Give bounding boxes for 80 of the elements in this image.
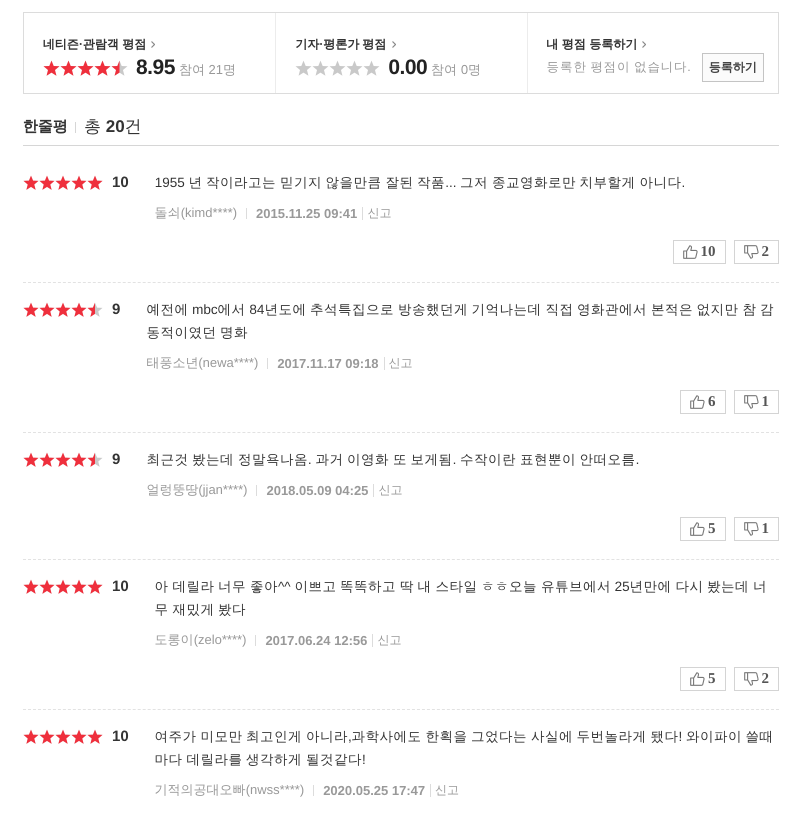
review-score: 10 (112, 728, 129, 745)
review-score: 10 (112, 174, 129, 191)
half-star-icon (87, 302, 103, 318)
half-star-icon (111, 60, 128, 76)
star-icon (39, 728, 55, 744)
star-icon (39, 578, 55, 594)
chevron-icon (642, 40, 646, 48)
review-score: 9 (112, 301, 120, 318)
star-icon (60, 60, 77, 76)
rating-score: 8.95 (136, 56, 175, 80)
section-title-link[interactable]: 기자·평론가 평점 (295, 36, 396, 52)
star-icon (39, 174, 55, 190)
star-icon (94, 60, 111, 76)
section-heading: 한줄평 (23, 116, 68, 136)
star-icon (39, 302, 55, 318)
thumbs-down-icon (744, 522, 758, 536)
dislike-button[interactable]: 1 (734, 390, 779, 414)
participant-count: 참여 21명 (178, 60, 236, 78)
thumbs-up-icon (682, 245, 698, 259)
review-text: 1955 년 작이라고는 믿기지 않을만큼 잘된 작품... 그저 종교영화로만 치부할게 아니다. (154, 174, 686, 192)
participant-count: 참여 0명 (431, 60, 482, 78)
like-button[interactable]: 10 (672, 240, 726, 264)
chevron-icon (151, 40, 156, 48)
star-icon (55, 728, 71, 744)
author-name: 기적의공대오빠(nwss****) (154, 781, 304, 799)
thumbs-down-icon (744, 395, 758, 409)
author-name: 태풍소년(newa****) (146, 354, 258, 372)
no-rating-message: 등록한 평점이 없습니다. (546, 59, 691, 76)
review-date: 2018.05.09 04:25 (266, 482, 368, 498)
thumbs-down-icon (744, 672, 758, 686)
review-text: 최근것 봤는데 정말욕나옴. 과거 이영화 또 보게됨. 수작이란 표현뿐이 안떠오름. (146, 451, 640, 469)
star-icon (71, 578, 87, 594)
star-icon (71, 728, 87, 744)
star-icon (23, 578, 39, 594)
review-text: 아 데릴라 너무 좋아^^ 이쁘고 똑똑하고 딱 내 스타일 ㅎㅎ오늘 유튜브에서 25년만에 다시 봤는데 너무 재밌게 봤다 (154, 578, 768, 619)
review-date: 2017.11.17 09:18 (277, 356, 379, 370)
dislike-button[interactable]: 2 (734, 667, 779, 691)
star-icon (71, 452, 87, 468)
section-title-link[interactable]: 네티즌·관람객 평점 (43, 36, 156, 52)
star-icon (55, 302, 71, 318)
author-name: 도롱이(zelo****) (154, 631, 246, 649)
dislike-button[interactable]: 2 (734, 240, 779, 264)
author-name: 얼렁뚱땅(jjan****) (146, 481, 248, 499)
star-icon (77, 60, 94, 76)
register-button[interactable]: 등록하기 (702, 53, 764, 82)
star-icon (39, 452, 55, 468)
review-text: 여주가 미모만 최고인게 아니라,과학사에도 한획을 그었다는 사실에 두번놀라게 됐다! 와이파이 쓸때마다 데릴라를 생각하게 될것같다! (154, 728, 775, 769)
review-score: 9 (112, 451, 120, 468)
thumbs-up-icon (690, 672, 705, 686)
chevron-icon (392, 40, 396, 48)
review-date: 2015.11.25 09:41 (256, 206, 358, 220)
star-icon (55, 452, 71, 468)
star-icon (23, 174, 39, 190)
rating-score: 0.00 (388, 56, 428, 80)
like-button[interactable]: 5 (680, 517, 726, 541)
thumbs-up-icon (690, 395, 705, 409)
star-icon (55, 174, 71, 190)
star-icon (23, 728, 39, 744)
like-button[interactable]: 6 (680, 390, 726, 414)
star-icon (71, 174, 87, 190)
review-score: 10 (112, 578, 129, 595)
star-icon (55, 578, 71, 594)
star-icon (87, 728, 103, 744)
half-star-icon (87, 452, 103, 468)
star-icon (43, 60, 60, 76)
review-text: 예전에 mbc에서 84년도에 추석특집으로 방송했던게 기억나는데 직접 영화관에서 본적은 없지만 참 감동적이였던 명화 (146, 301, 776, 342)
review-date: 2017.06.24 12:56 (265, 632, 368, 648)
star-icon (23, 302, 39, 318)
thumbs-down-icon (744, 245, 758, 259)
star-icon (23, 452, 39, 468)
star-icon (87, 174, 103, 190)
review-date: 2020.05.25 17:47 (323, 782, 426, 798)
section-title-link[interactable]: 내 평점 등록하기 (546, 36, 646, 52)
dislike-button[interactable]: 1 (734, 517, 779, 541)
like-button[interactable]: 5 (680, 667, 726, 691)
star-icon (71, 302, 87, 318)
review-count: 총 20건 (84, 116, 142, 138)
star-icon (87, 578, 103, 594)
thumbs-up-icon (690, 522, 705, 536)
author-name: 돌쇠(kimd****) (154, 204, 238, 222)
